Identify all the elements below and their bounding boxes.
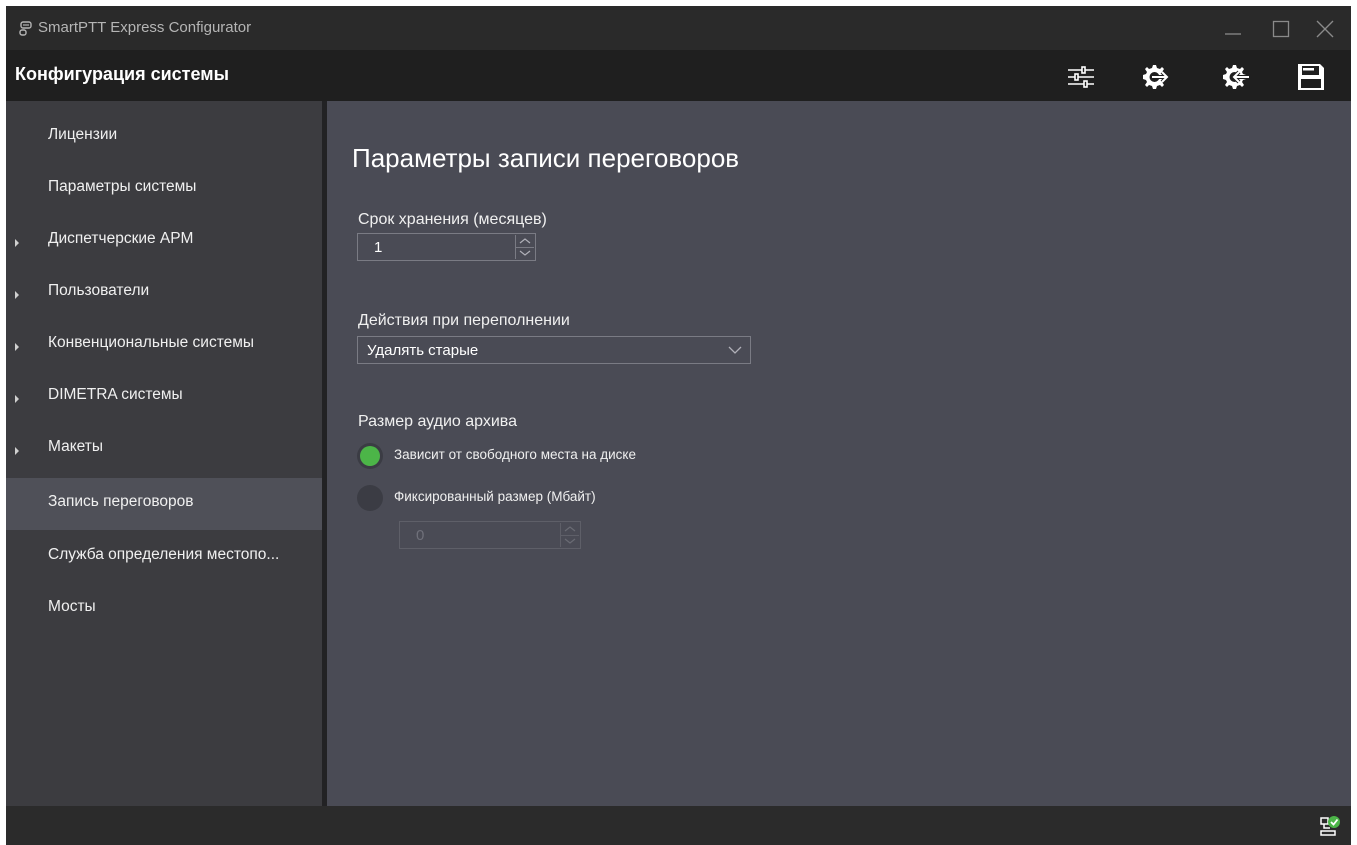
maximize-icon[interactable] xyxy=(1270,18,1292,40)
sidebar-item-system-params[interactable]: Параметры системы xyxy=(6,163,322,215)
retention-value[interactable]: 1 xyxy=(374,239,382,256)
radio-button-unchecked[interactable] xyxy=(357,485,383,511)
overflow-label: Действия при переполнении xyxy=(358,312,570,329)
main-panel: Параметры записи переговоров Срок хранен… xyxy=(327,101,1351,806)
save-icon[interactable] xyxy=(1294,60,1328,94)
sidebar-item-label: Пользователи xyxy=(48,282,150,299)
sidebar-item-label: Конвенциональные системы xyxy=(48,334,255,351)
sidebar-item-bridges[interactable]: Мосты xyxy=(6,583,322,635)
radio-fixed-size[interactable]: Фиксированный размер (Мбайт) xyxy=(357,485,717,513)
sidebar-item-label: Мосты xyxy=(48,598,96,615)
sidebar-item-layouts[interactable]: Макеты xyxy=(6,423,322,475)
radio-free-space[interactable]: Зависит от свободного места на диске xyxy=(357,443,717,471)
sidebar-item-dispatch-workstations[interactable]: Диспетчерские АРМ xyxy=(6,215,322,267)
stepper-buttons xyxy=(560,523,579,547)
app-title: SmartPTT Express Configurator xyxy=(38,19,252,36)
archive-size-label: Размер аудио архива xyxy=(358,413,518,430)
sidebar-item-label: Служба определения местопо... xyxy=(48,546,280,563)
fixed-size-value[interactable]: 0 xyxy=(416,527,424,544)
title-bar: SmartPTT Express Configurator xyxy=(6,6,1351,50)
radio-handset-icon xyxy=(19,21,32,36)
minimize-icon[interactable] xyxy=(1222,18,1244,40)
sidebar-item-label: Диспетчерские АРМ xyxy=(48,230,194,247)
chevron-down-icon[interactable] xyxy=(516,247,534,259)
expand-arrow-icon[interactable] xyxy=(15,447,19,455)
connection-ok-icon[interactable] xyxy=(1317,814,1341,838)
sidebar-item-licenses[interactable]: Лицензии xyxy=(6,111,322,163)
app-window: SmartPTT Express Configurator Конфигурац… xyxy=(6,6,1351,845)
status-bar xyxy=(6,806,1351,845)
sidebar-item-location-service[interactable]: Служба определения местопо... xyxy=(6,531,322,583)
stepper-buttons xyxy=(515,235,534,259)
page-header-title: Конфигурация системы xyxy=(15,64,229,84)
chevron-down-icon xyxy=(728,346,742,354)
expand-arrow-icon[interactable] xyxy=(15,343,19,351)
overflow-action-select[interactable]: Удалять старые xyxy=(357,336,751,364)
import-config-icon[interactable] xyxy=(1218,60,1252,94)
retention-label: Срок хранения (месяцев) xyxy=(358,211,547,228)
header-bar: Конфигурация системы xyxy=(6,50,1351,101)
radio-label: Зависит от свободного места на диске xyxy=(394,447,636,462)
sidebar-item-label: DIMETRA системы xyxy=(48,386,183,403)
radio-button-checked[interactable] xyxy=(357,443,383,469)
export-config-icon[interactable] xyxy=(1138,60,1172,94)
expand-arrow-icon[interactable] xyxy=(15,291,19,299)
expand-arrow-icon[interactable] xyxy=(15,395,19,403)
sidebar-item-label: Запись переговоров xyxy=(48,493,194,510)
settings-sliders-icon[interactable] xyxy=(1064,60,1098,94)
sidebar-item-conventional-systems[interactable]: Конвенциональные системы xyxy=(6,319,322,371)
sidebar: Лицензии Параметры системы Диспетчерские… xyxy=(6,101,322,806)
overflow-action-value: Удалять старые xyxy=(367,342,479,359)
radio-label: Фиксированный размер (Мбайт) xyxy=(394,489,596,504)
sidebar-item-label: Параметры системы xyxy=(48,178,197,195)
expand-arrow-icon[interactable] xyxy=(15,239,19,247)
close-icon[interactable] xyxy=(1314,18,1336,40)
fixed-size-stepper[interactable]: 0 xyxy=(399,521,581,549)
sidebar-item-users[interactable]: Пользователи xyxy=(6,267,322,319)
chevron-down-icon[interactable] xyxy=(561,535,579,547)
sidebar-item-voice-recording[interactable]: Запись переговоров xyxy=(6,478,322,530)
retention-stepper[interactable]: 1 xyxy=(357,233,536,261)
sidebar-item-label: Лицензии xyxy=(48,126,118,143)
sidebar-item-dimetra-systems[interactable]: DIMETRA системы xyxy=(6,371,322,423)
page-title: Параметры записи переговоров xyxy=(352,143,740,173)
sidebar-item-label: Макеты xyxy=(48,438,104,455)
